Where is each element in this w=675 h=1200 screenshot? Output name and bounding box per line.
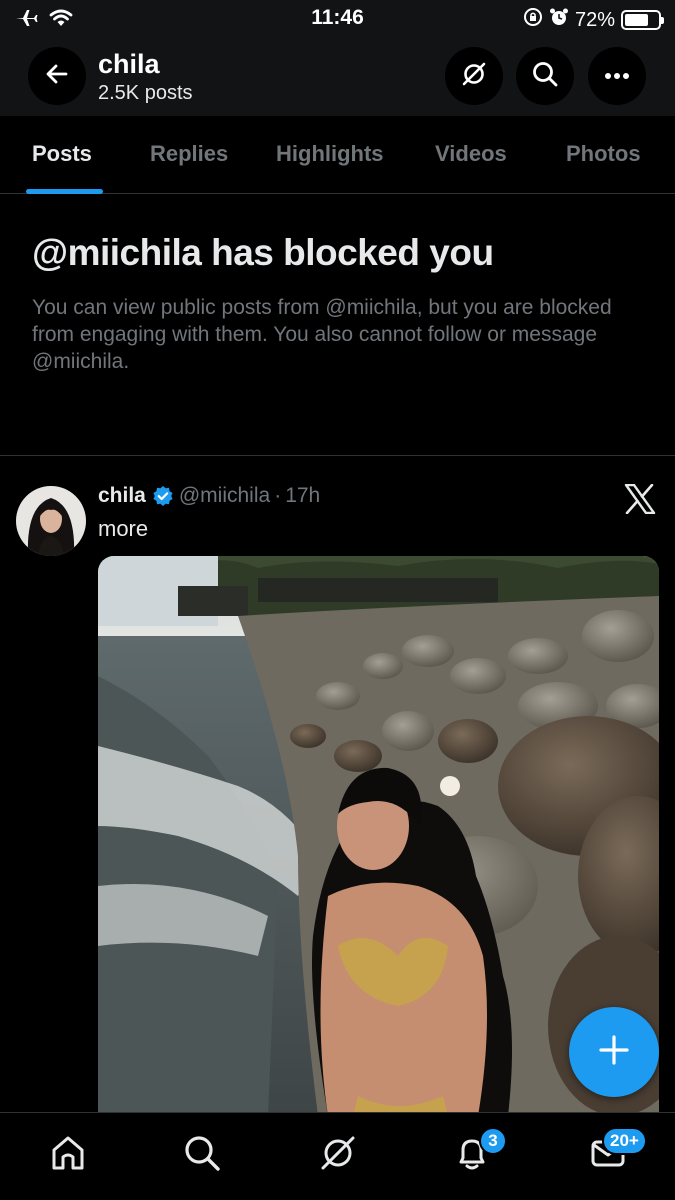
battery-icon [621, 10, 664, 30]
orientation-lock-icon [523, 7, 543, 33]
tab-posts[interactable]: Posts [32, 141, 92, 167]
alarm-icon [549, 7, 569, 33]
profile-post-count: 2.5K posts [98, 82, 193, 104]
blocked-description: You can view public posts from @miichila… [32, 296, 612, 373]
nav-home[interactable] [46, 1133, 90, 1177]
blocked-title: @miichila has blocked you [32, 232, 494, 273]
back-button[interactable] [28, 47, 86, 105]
grok-button[interactable] [445, 47, 503, 105]
post-author-handle[interactable]: @miichila [179, 484, 270, 508]
battery-percent: 72% [574, 8, 615, 31]
tab-photos[interactable]: Photos [566, 141, 641, 167]
status-bar: 11:46 72% [0, 0, 675, 38]
post-timestamp[interactable]: 17h [285, 484, 320, 508]
active-tab-indicator [26, 189, 103, 194]
more-icon [604, 67, 630, 85]
profile-header: chila 2.5K posts [0, 38, 675, 116]
x-logo-icon [624, 483, 656, 519]
more-button[interactable] [588, 47, 646, 105]
nav-grok[interactable] [316, 1133, 360, 1177]
notifications-badge: 3 [479, 1127, 507, 1155]
verified-badge-icon [152, 485, 174, 507]
back-arrow-icon [44, 61, 70, 92]
blocked-notice: @miichila has blocked you You can view p… [32, 232, 647, 375]
avatar[interactable] [16, 486, 86, 556]
messages-badge: 20+ [602, 1127, 647, 1155]
post-separator: · [274, 484, 282, 507]
home-icon [48, 1133, 88, 1178]
grok-icon [318, 1133, 358, 1178]
tab-videos[interactable]: Videos [435, 141, 507, 167]
nav-search[interactable] [180, 1133, 224, 1177]
plus-icon [598, 1034, 630, 1071]
divider [0, 455, 675, 456]
compose-button[interactable] [569, 1007, 659, 1097]
search-icon [182, 1133, 222, 1178]
grok-icon [460, 60, 488, 93]
search-icon [531, 60, 559, 93]
post-text: more [98, 516, 149, 541]
tab-replies[interactable]: Replies [150, 141, 228, 167]
profile-tabs: Posts Replies Highlights Videos Photos [0, 116, 675, 194]
post-header: chila @miichila · 17h [98, 484, 320, 508]
search-button[interactable] [516, 47, 574, 105]
post-author-name[interactable]: chila [98, 484, 146, 508]
bottom-nav: 3 20+ [0, 1112, 675, 1200]
tab-highlights[interactable]: Highlights [276, 141, 384, 167]
profile-name: chila [98, 49, 160, 79]
